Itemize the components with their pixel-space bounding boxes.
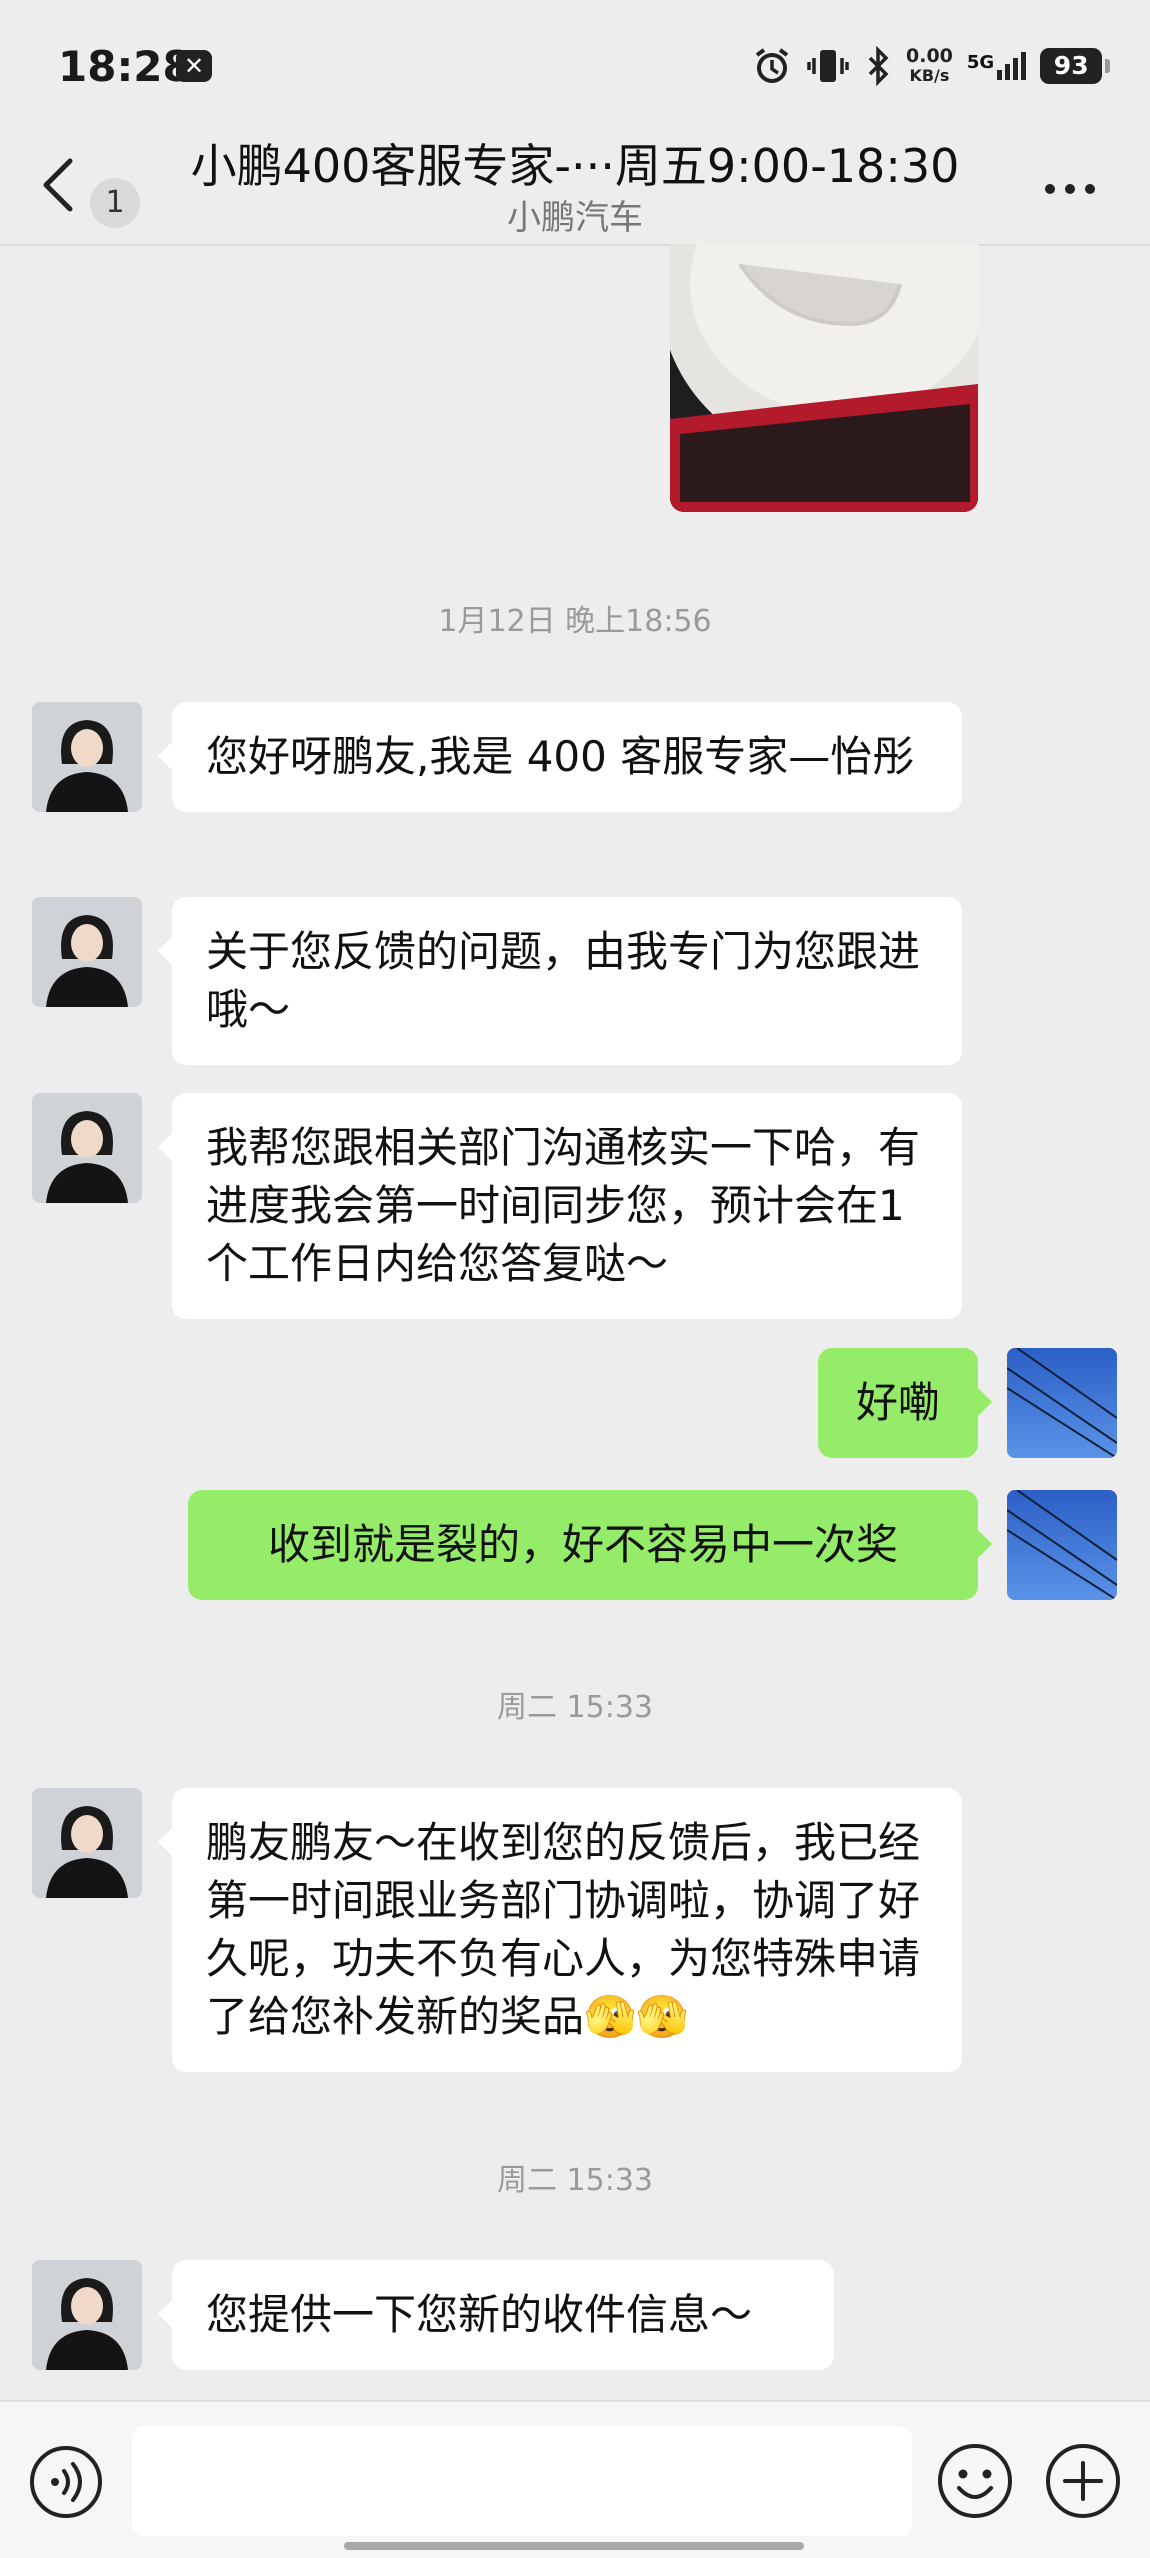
image-content	[670, 244, 978, 512]
status-icons: 0.00 KB/s 5G 93	[752, 42, 1111, 90]
agent-avatar[interactable]	[32, 2260, 142, 2370]
vibrate-icon	[807, 50, 849, 82]
alarm-icon	[755, 48, 789, 83]
bluetooth-icon	[868, 46, 889, 86]
sent-message[interactable]: 收到就是裂的，好不容易中一次奖	[188, 1490, 992, 1600]
received-message[interactable]: 您好呀鹏友,我是 400 客服专家—怡彤	[158, 702, 962, 812]
plus-icon[interactable]	[1044, 2442, 1122, 2520]
agent-avatar[interactable]	[32, 1788, 142, 1898]
person-icon	[32, 1093, 142, 1203]
input-bar	[0, 2400, 1150, 2558]
user-avatar[interactable]	[1007, 1348, 1117, 1458]
network-speed-unit: KB/s	[909, 66, 950, 85]
status-bar: 18:28 ✕ 0.00 KB/s 5G 93	[0, 0, 1150, 140]
agent-avatar[interactable]	[32, 897, 142, 1007]
more-options-icon[interactable]	[1040, 174, 1100, 204]
home-indicator[interactable]	[344, 2542, 804, 2550]
network-speed-value: 0.00	[906, 45, 953, 67]
agent-avatar[interactable]	[32, 1093, 142, 1203]
back-arrow-icon[interactable]	[30, 155, 90, 215]
received-message[interactable]: 鹏友鹏友～在收到您的反馈后，我已经第一时间跟业务部门协调啦，协调了好久呢，功夫不…	[158, 1788, 962, 2072]
person-icon	[32, 1788, 142, 1898]
x-app-icon: ✕	[176, 50, 212, 82]
battery-icon: 93	[1040, 48, 1111, 84]
received-message[interactable]: 关于您反馈的问题，由我专门为您跟进哦～	[158, 897, 962, 1065]
image-message[interactable]	[670, 244, 978, 512]
received-message[interactable]: 您提供一下您新的收件信息～	[158, 2260, 834, 2370]
chat-header: 1 小鹏400客服专家-···周五9:00-18:30 小鹏汽车	[0, 130, 1150, 242]
unread-count-badge[interactable]: 1	[90, 178, 140, 228]
signal-type: 5G	[966, 52, 995, 73]
timestamp: 周二 15:33	[497, 1690, 653, 1725]
sent-message[interactable]: 好嘞	[818, 1348, 992, 1458]
person-icon	[32, 2260, 142, 2370]
chat-subtitle: 小鹏汽车	[507, 198, 643, 238]
signal-icon: 5G	[966, 52, 1027, 80]
timestamp: 周二 15:33	[497, 2163, 653, 2198]
emoji-icon[interactable]	[936, 2442, 1014, 2520]
network-speed: 0.00 KB/s	[906, 46, 953, 86]
timestamp: 1月12日 晚上18:56	[438, 604, 712, 639]
message-input[interactable]	[132, 2426, 912, 2536]
person-icon	[32, 897, 142, 1007]
person-icon	[32, 702, 142, 812]
sky-image-icon	[1007, 1348, 1117, 1458]
user-avatar[interactable]	[1007, 1490, 1117, 1600]
sky-image-icon	[1007, 1490, 1117, 1600]
agent-avatar[interactable]	[32, 702, 142, 812]
voice-input-icon[interactable]	[28, 2444, 104, 2520]
status-time: 18:28	[58, 42, 192, 91]
received-message[interactable]: 我帮您跟相关部门沟通核实一下哈，有进度我会第一时间同步您，预计会在1个工作日内给…	[158, 1093, 962, 1319]
chat-title: 小鹏400客服专家-···周五9:00-18:30	[190, 139, 960, 193]
